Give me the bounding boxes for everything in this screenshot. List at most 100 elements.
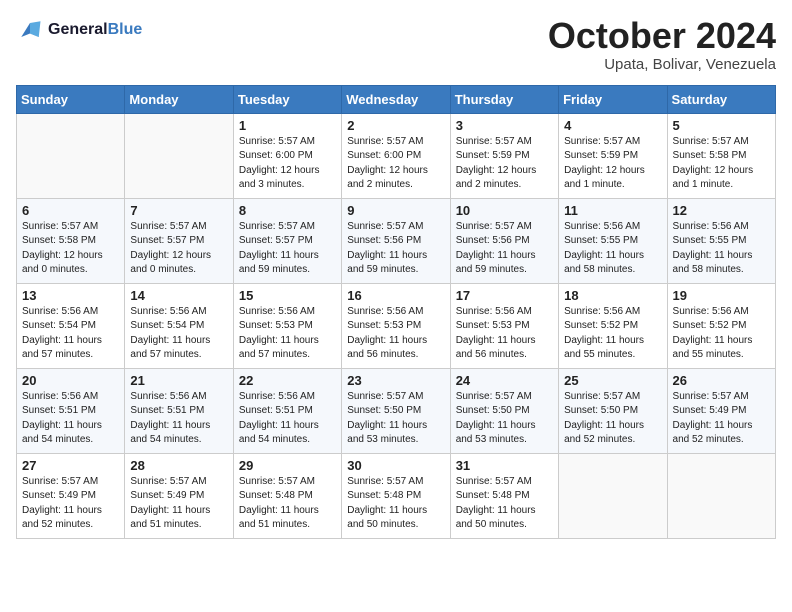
cell-info: Sunrise: 5:57 AMSunset: 5:49 PMDaylight:… bbox=[130, 475, 227, 533]
calendar-cell: 9 Sunrise: 5:57 AMSunset: 5:56 PMDaylight… bbox=[342, 198, 450, 283]
day-number: 23 bbox=[347, 373, 444, 388]
cell-info: Sunrise: 5:56 AMSunset: 5:55 PMDaylight:… bbox=[564, 220, 661, 278]
day-number: 7 bbox=[130, 203, 227, 218]
cell-info: Sunrise: 5:57 AMSunset: 5:59 PMDaylight:… bbox=[456, 135, 553, 193]
day-number: 13 bbox=[22, 288, 119, 303]
calendar-cell: 21 Sunrise: 5:56 AMSunset: 5:51 PMDayligh… bbox=[125, 368, 233, 453]
day-number: 14 bbox=[130, 288, 227, 303]
cell-info: Sunrise: 5:56 AMSunset: 5:52 PMDaylight:… bbox=[564, 305, 661, 363]
logo-text: GeneralBlue bbox=[48, 20, 142, 39]
cell-info: Sunrise: 5:56 AMSunset: 5:54 PMDaylight:… bbox=[22, 305, 119, 363]
calendar-cell: 8Sunrise: 5:57 AMSunset: 5:57 PMDaylight… bbox=[233, 198, 341, 283]
cell-info: Sunrise: 5:57 AMSunset: 5:50 PMDaylight:… bbox=[347, 390, 444, 448]
week-row-2: 6Sunrise: 5:57 AMSunset: 5:58 PMDaylight… bbox=[17, 198, 776, 283]
day-number: 11 bbox=[564, 203, 661, 218]
calendar-cell: 14 Sunrise: 5:56 AMSunset: 5:54 PMDayligh… bbox=[125, 283, 233, 368]
weekday-header-wednesday: Wednesday bbox=[342, 85, 450, 113]
calendar-cell: 12 Sunrise: 5:56 AMSunset: 5:55 PMDayligh… bbox=[667, 198, 775, 283]
day-number: 30 bbox=[347, 458, 444, 473]
cell-info: Sunrise: 5:57 AMSunset: 5:49 PMDaylight:… bbox=[22, 475, 119, 533]
day-number: 4 bbox=[564, 118, 661, 133]
calendar-cell: 3 Sunrise: 5:57 AMSunset: 5:59 PMDaylight… bbox=[450, 113, 558, 198]
calendar-cell: 19Sunrise: 5:56 AMSunset: 5:52 PMDayligh… bbox=[667, 283, 775, 368]
cell-info: Sunrise: 5:56 AMSunset: 5:51 PMDaylight:… bbox=[22, 390, 119, 448]
calendar-cell: 29Sunrise: 5:57 AMSunset: 5:48 PMDayligh… bbox=[233, 453, 341, 538]
day-number: 18 bbox=[564, 288, 661, 303]
cell-info: Sunrise: 5:57 AMSunset: 5:50 PMDaylight:… bbox=[456, 390, 553, 448]
calendar-cell: 27 Sunrise: 5:57 AMSunset: 5:49 PMDayligh… bbox=[17, 453, 125, 538]
calendar-cell: 25 Sunrise: 5:57 AMSunset: 5:50 PMDayligh… bbox=[559, 368, 667, 453]
cell-info: Sunrise: 5:56 AMSunset: 5:53 PMDaylight:… bbox=[347, 305, 444, 363]
cell-info: Sunrise: 5:56 AMSunset: 5:53 PMDaylight:… bbox=[456, 305, 553, 363]
calendar-cell: 7 Sunrise: 5:57 AMSunset: 5:57 PMDaylight… bbox=[125, 198, 233, 283]
cell-info: Sunrise: 5:57 AMSunset: 6:00 PMDaylight:… bbox=[347, 135, 444, 193]
calendar-cell: 15Sunrise: 5:56 AMSunset: 5:53 PMDayligh… bbox=[233, 283, 341, 368]
calendar-cell: 31Sunrise: 5:57 AMSunset: 5:48 PMDayligh… bbox=[450, 453, 558, 538]
cell-info: Sunrise: 5:56 AMSunset: 5:51 PMDaylight:… bbox=[239, 390, 336, 448]
logo: GeneralBlue bbox=[16, 16, 142, 44]
calendar-cell: 5Sunrise: 5:57 AMSunset: 5:58 PMDaylight… bbox=[667, 113, 775, 198]
weekday-header-saturday: Saturday bbox=[667, 85, 775, 113]
calendar-cell: 26Sunrise: 5:57 AMSunset: 5:49 PMDayligh… bbox=[667, 368, 775, 453]
calendar-cell: 16 Sunrise: 5:56 AMSunset: 5:53 PMDayligh… bbox=[342, 283, 450, 368]
day-number: 10 bbox=[456, 203, 553, 218]
calendar-cell: 18 Sunrise: 5:56 AMSunset: 5:52 PMDayligh… bbox=[559, 283, 667, 368]
title-block: October 2024 Upata, Bolivar, Venezuela bbox=[548, 16, 776, 73]
day-number: 16 bbox=[347, 288, 444, 303]
calendar-cell: 23 Sunrise: 5:57 AMSunset: 5:50 PMDayligh… bbox=[342, 368, 450, 453]
cell-info: Sunrise: 5:57 AMSunset: 5:57 PMDaylight:… bbox=[130, 220, 227, 278]
cell-info: Sunrise: 5:57 AMSunset: 6:00 PMDaylight:… bbox=[239, 135, 336, 193]
cell-info: Sunrise: 5:57 AMSunset: 5:50 PMDaylight:… bbox=[564, 390, 661, 448]
day-number: 21 bbox=[130, 373, 227, 388]
calendar-cell bbox=[125, 113, 233, 198]
calendar-cell: 20 Sunrise: 5:56 AMSunset: 5:51 PMDayligh… bbox=[17, 368, 125, 453]
day-number: 24 bbox=[456, 373, 553, 388]
week-row-1: 1 Sunrise: 5:57 AMSunset: 6:00 PMDaylight… bbox=[17, 113, 776, 198]
week-row-4: 20 Sunrise: 5:56 AMSunset: 5:51 PMDayligh… bbox=[17, 368, 776, 453]
day-number: 25 bbox=[564, 373, 661, 388]
calendar-cell: 17 Sunrise: 5:56 AMSunset: 5:53 PMDayligh… bbox=[450, 283, 558, 368]
calendar-cell bbox=[667, 453, 775, 538]
cell-info: Sunrise: 5:57 AMSunset: 5:49 PMDaylight:… bbox=[673, 390, 770, 448]
day-number: 9 bbox=[347, 203, 444, 218]
weekday-header-monday: Monday bbox=[125, 85, 233, 113]
day-number: 20 bbox=[22, 373, 119, 388]
calendar-cell bbox=[559, 453, 667, 538]
cell-info: Sunrise: 5:56 AMSunset: 5:54 PMDaylight:… bbox=[130, 305, 227, 363]
day-number: 12 bbox=[673, 203, 770, 218]
location: Upata, Bolivar, Venezuela bbox=[548, 56, 776, 73]
calendar-cell: 1 Sunrise: 5:57 AMSunset: 6:00 PMDaylight… bbox=[233, 113, 341, 198]
day-number: 22 bbox=[239, 373, 336, 388]
week-row-3: 13 Sunrise: 5:56 AMSunset: 5:54 PMDayligh… bbox=[17, 283, 776, 368]
calendar-cell: 4 Sunrise: 5:57 AMSunset: 5:59 PMDaylight… bbox=[559, 113, 667, 198]
day-number: 3 bbox=[456, 118, 553, 133]
calendar-cell: 6Sunrise: 5:57 AMSunset: 5:58 PMDaylight… bbox=[17, 198, 125, 283]
weekday-header-row: SundayMondayTuesdayWednesdayThursdayFrid… bbox=[17, 85, 776, 113]
calendar-cell: 13 Sunrise: 5:56 AMSunset: 5:54 PMDayligh… bbox=[17, 283, 125, 368]
cell-info: Sunrise: 5:56 AMSunset: 5:55 PMDaylight:… bbox=[673, 220, 770, 278]
cell-info: Sunrise: 5:56 AMSunset: 5:52 PMDaylight:… bbox=[673, 305, 770, 363]
month-title: October 2024 bbox=[548, 16, 776, 56]
calendar-cell: 2 Sunrise: 5:57 AMSunset: 6:00 PMDaylight… bbox=[342, 113, 450, 198]
calendar-cell: 10 Sunrise: 5:57 AMSunset: 5:56 PMDayligh… bbox=[450, 198, 558, 283]
weekday-header-tuesday: Tuesday bbox=[233, 85, 341, 113]
cell-info: Sunrise: 5:56 AMSunset: 5:51 PMDaylight:… bbox=[130, 390, 227, 448]
cell-info: Sunrise: 5:57 AMSunset: 5:59 PMDaylight:… bbox=[564, 135, 661, 193]
day-number: 27 bbox=[22, 458, 119, 473]
day-number: 17 bbox=[456, 288, 553, 303]
day-number: 2 bbox=[347, 118, 444, 133]
calendar-cell: 28 Sunrise: 5:57 AMSunset: 5:49 PMDayligh… bbox=[125, 453, 233, 538]
calendar-table: SundayMondayTuesdayWednesdayThursdayFrid… bbox=[16, 85, 776, 539]
day-number: 29 bbox=[239, 458, 336, 473]
day-number: 6 bbox=[22, 203, 119, 218]
day-number: 1 bbox=[239, 118, 336, 133]
cell-info: Sunrise: 5:57 AMSunset: 5:56 PMDaylight:… bbox=[456, 220, 553, 278]
cell-info: Sunrise: 5:57 AMSunset: 5:48 PMDaylight:… bbox=[456, 475, 553, 533]
weekday-header-friday: Friday bbox=[559, 85, 667, 113]
cell-info: Sunrise: 5:57 AMSunset: 5:56 PMDaylight:… bbox=[347, 220, 444, 278]
cell-info: Sunrise: 5:57 AMSunset: 5:58 PMDaylight:… bbox=[673, 135, 770, 193]
weekday-header-sunday: Sunday bbox=[17, 85, 125, 113]
day-number: 8 bbox=[239, 203, 336, 218]
day-number: 28 bbox=[130, 458, 227, 473]
page-header: GeneralBlue October 2024 Upata, Bolivar,… bbox=[16, 16, 776, 73]
